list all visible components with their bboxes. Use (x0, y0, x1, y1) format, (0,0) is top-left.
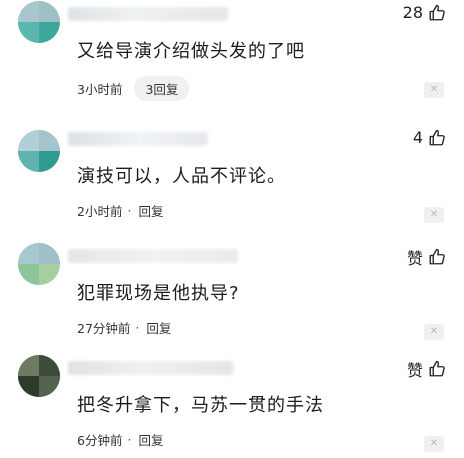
reply-count-button[interactable]: 3回复 (134, 76, 190, 101)
username-blurred[interactable] (68, 249, 238, 263)
thumbs-up-icon (428, 248, 446, 266)
comment-meta: 27分钟前 · 回复 (77, 318, 171, 337)
meta-separator: · (135, 320, 140, 335)
comment-item: 演技可以，人品不评论。 2小时前 · 回复 4 ✕ (0, 118, 464, 229)
like-count: 28 (402, 3, 423, 22)
like-button[interactable]: 4 (413, 128, 446, 147)
user-avatar[interactable] (18, 243, 60, 285)
like-label: 赞 (406, 361, 423, 380)
close-icon[interactable]: ✕ (424, 207, 444, 223)
username-blurred[interactable] (68, 361, 233, 375)
user-avatar[interactable] (18, 130, 60, 172)
comment-meta: 3小时前 3回复 (77, 76, 190, 101)
comment-text: 又给导演介绍做头发的了吧 (77, 41, 305, 62)
username-blurred[interactable] (68, 7, 228, 21)
like-button[interactable]: 赞 (407, 357, 446, 381)
comment-time: 2小时前 (77, 204, 123, 219)
like-count: 4 (412, 128, 423, 147)
user-avatar[interactable] (18, 1, 60, 43)
comment-text: 把冬升拿下，马苏一贯的手法 (77, 395, 324, 416)
close-icon[interactable]: ✕ (424, 82, 444, 98)
comment-time: 6分钟前 (77, 433, 123, 448)
reply-button[interactable]: 回复 (138, 430, 163, 449)
thumbs-up-icon (428, 360, 446, 378)
close-icon[interactable]: ✕ (424, 324, 444, 340)
username-blurred[interactable] (68, 132, 208, 146)
comment-item: 又给导演介绍做头发的了吧 3小时前 3回复 28 ✕ (0, 0, 464, 104)
comment-text: 演技可以，人品不评论。 (77, 166, 286, 187)
like-label: 赞 (406, 249, 423, 268)
meta-separator: · (127, 432, 132, 447)
reply-button[interactable]: 回复 (146, 318, 171, 337)
meta-separator: · (127, 203, 132, 218)
comment-item: 犯罪现场是他执导? 27分钟前 · 回复 赞 ✕ (0, 235, 464, 346)
comment-time: 3小时前 (77, 82, 123, 97)
thumbs-up-icon (428, 4, 446, 22)
comment-meta: 2小时前 · 回复 (77, 201, 163, 220)
like-button[interactable]: 28 (403, 3, 446, 22)
comment-item: 把冬升拿下，马苏一贯的手法 6分钟前 · 回复 赞 ✕ (0, 347, 464, 458)
comment-text: 犯罪现场是他执导? (77, 283, 240, 304)
reply-button[interactable]: 回复 (138, 201, 163, 220)
thumbs-up-icon (428, 129, 446, 147)
like-button[interactable]: 赞 (407, 245, 446, 269)
comment-time: 27分钟前 (77, 321, 131, 336)
comment-meta: 6分钟前 · 回复 (77, 430, 163, 449)
close-icon[interactable]: ✕ (424, 436, 444, 452)
user-avatar[interactable] (18, 355, 60, 397)
